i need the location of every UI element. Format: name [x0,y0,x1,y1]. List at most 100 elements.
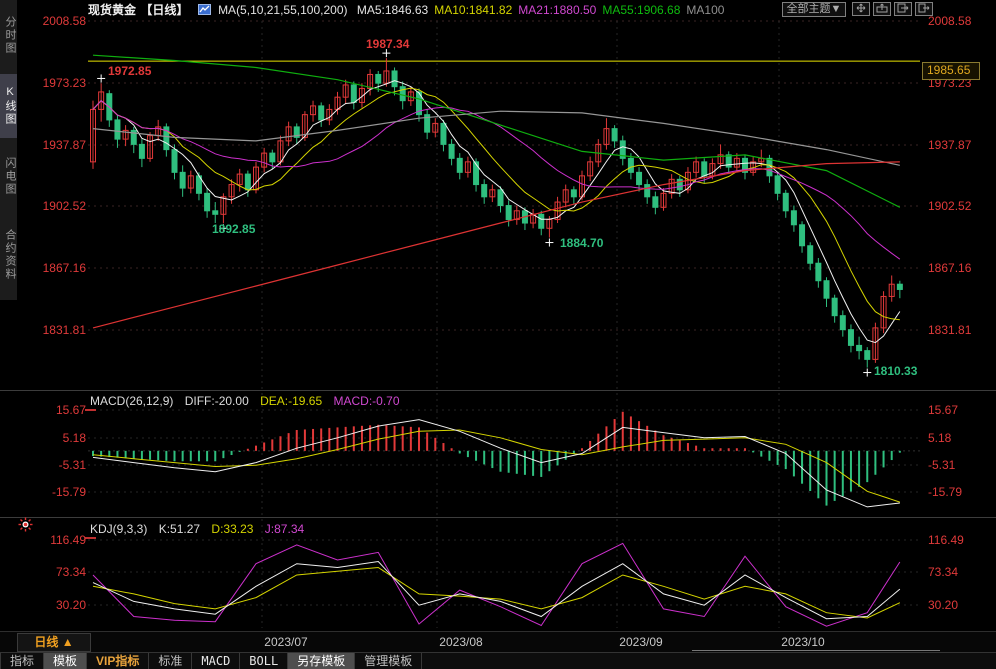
macd-diff-value: DIFF:-20.00 [185,394,249,408]
candle-body-down [783,193,788,210]
chart-canvas [0,0,996,669]
kdj-label-right-3: 30.20 [928,599,958,612]
price-label-left-4: 1902.52 [20,200,86,213]
macd-label-left-2: 5.18 [20,432,86,445]
kdj-title: KDJ(9,3,3) [90,522,147,536]
price-label-left-2: 1973.23 [20,77,86,90]
candle-body-down [571,190,576,197]
kdj-label-right-1: 116.49 [928,534,964,547]
kdj-header: KDJ(9,3,3) K:51.27 D:33.23 J:87.34 [90,522,312,536]
price-label-right-6: 1831.81 [928,324,971,337]
candle-body-down [612,129,617,141]
candle-body-down [637,172,642,184]
ma100-line [93,111,900,165]
macd-diff-line [93,420,900,507]
tab-管理模板[interactable]: 管理模板 [355,653,422,669]
theme-select-button[interactable]: 全部主题▼ [782,2,846,17]
ma-value-1: MA5:1846.63 [357,3,428,17]
candle-body-down [824,281,829,298]
macd-label-right-1: 15.67 [928,404,958,417]
candle-body-down [376,74,381,83]
tab-模板[interactable]: 模板 [44,653,87,669]
tab-另存模板[interactable]: 另存模板 [288,653,355,669]
candle-body-down [172,150,177,173]
period-tag: 【日线】 [140,3,188,17]
candle-body-down [400,87,405,101]
kdj-k-value: K:51.27 [159,522,200,536]
candle-body-down [800,225,805,246]
candle-body-down [848,330,853,346]
candle-body-down [645,185,650,197]
candle-body-down [351,85,356,102]
sidebar-item-2[interactable]: K线图 [0,74,17,138]
kdj-d-value: D:33.23 [211,522,253,536]
price-label-right-1: 2008.58 [928,15,971,28]
sidebar-item-1[interactable]: 分时图 [0,4,17,66]
tab-VIP指标[interactable]: VIP指标 [87,653,149,669]
candle-body-down [482,185,487,197]
kdj-label-left-3: 30.20 [20,599,86,612]
macd-header: MACD(26,12,9) DIFF:-20.00 DEA:-19.65 MAC… [90,394,408,408]
line-chart-icon [198,3,214,17]
candle-body-down [816,263,821,280]
pan-icon[interactable] [852,2,870,16]
candle-body-down [245,174,250,190]
candle-body-down [392,71,397,87]
tab-指标[interactable]: 指标 [0,653,44,669]
price-label-right-5: 1867.16 [928,262,971,275]
macd-dea-value: DEA:-19.65 [260,394,322,408]
price-annotation-1972.85: 1972.85 [108,64,151,78]
period-selector[interactable]: 日线 ▲ [17,633,91,652]
candle-body-down [498,190,503,206]
pane-up-icon[interactable] [873,2,891,16]
sidebar-item-3[interactable]: 闪电图 [0,144,17,208]
macd-axis-tick [85,409,96,411]
left-sidebar: 分时图 K线图闪电图合约资料 [0,0,17,300]
macd-label-right-2: 5.18 [928,432,951,445]
tab-标准[interactable]: 标准 [149,653,192,669]
candle-body-down [865,351,870,360]
tab-MACD[interactable]: MACD [192,653,240,669]
ma-settings-label: MA(5,10,21,55,100,200) [218,3,347,17]
price-label-left-6: 1831.81 [20,324,86,337]
scroll-indicator[interactable] [692,650,940,651]
candle-body-down [702,162,707,176]
ma-value-5: MA100 [686,3,724,17]
macd-label-right-4: -15.79 [928,486,962,499]
month-label-1: 2023/07 [256,635,316,649]
price-label-left-5: 1867.16 [20,262,86,275]
kdj-label-right-2: 73.34 [928,566,958,579]
tab-BOLL[interactable]: BOLL [240,653,288,669]
chart-header: 现货黄金 【日线】 MA(5,10,21,55,100,200) MA5:184… [88,1,736,17]
ma-value-3: MA21:1880.50 [518,3,596,17]
separator-macd-kdj [0,517,996,518]
sidebar-item-4[interactable]: 合约资料 [0,212,17,298]
price-label-left-1: 2008.58 [20,15,86,28]
candle-body-down [457,158,462,172]
month-label-2: 2023/08 [431,635,491,649]
month-label-3: 2023/09 [611,635,671,649]
candle-body-down [840,316,845,330]
candle-body-down [539,214,544,228]
candle-body-down [775,176,780,193]
candle-body-down [205,193,210,210]
price-label-left-3: 1937.87 [20,139,86,152]
month-label-4: 2023/10 [773,635,833,649]
macd-label-right-3: -5.31 [928,459,955,472]
candle-body-down [628,158,633,172]
candle-body-down [213,211,218,214]
indicator-tab-bar: 指标模板VIP指标标准MACDBOLL另存模板管理模板 [0,652,996,669]
candle-body-down [791,211,796,225]
candle-body-down [115,120,120,139]
candle-body-down [139,144,144,158]
candle-body-down [653,197,658,207]
price-label-right-3: 1937.87 [928,139,971,152]
ma10-line [93,88,900,320]
candle-body-down [474,162,479,185]
ma-value-2: MA10:1841.82 [434,3,512,17]
pane-right-icon[interactable] [894,2,912,16]
macd-macd-value: MACD:-0.70 [333,394,399,408]
price-annotation-1810.33: 1810.33 [874,364,917,378]
candle-body-down [808,246,813,263]
kdj-axis-tick [85,537,96,539]
